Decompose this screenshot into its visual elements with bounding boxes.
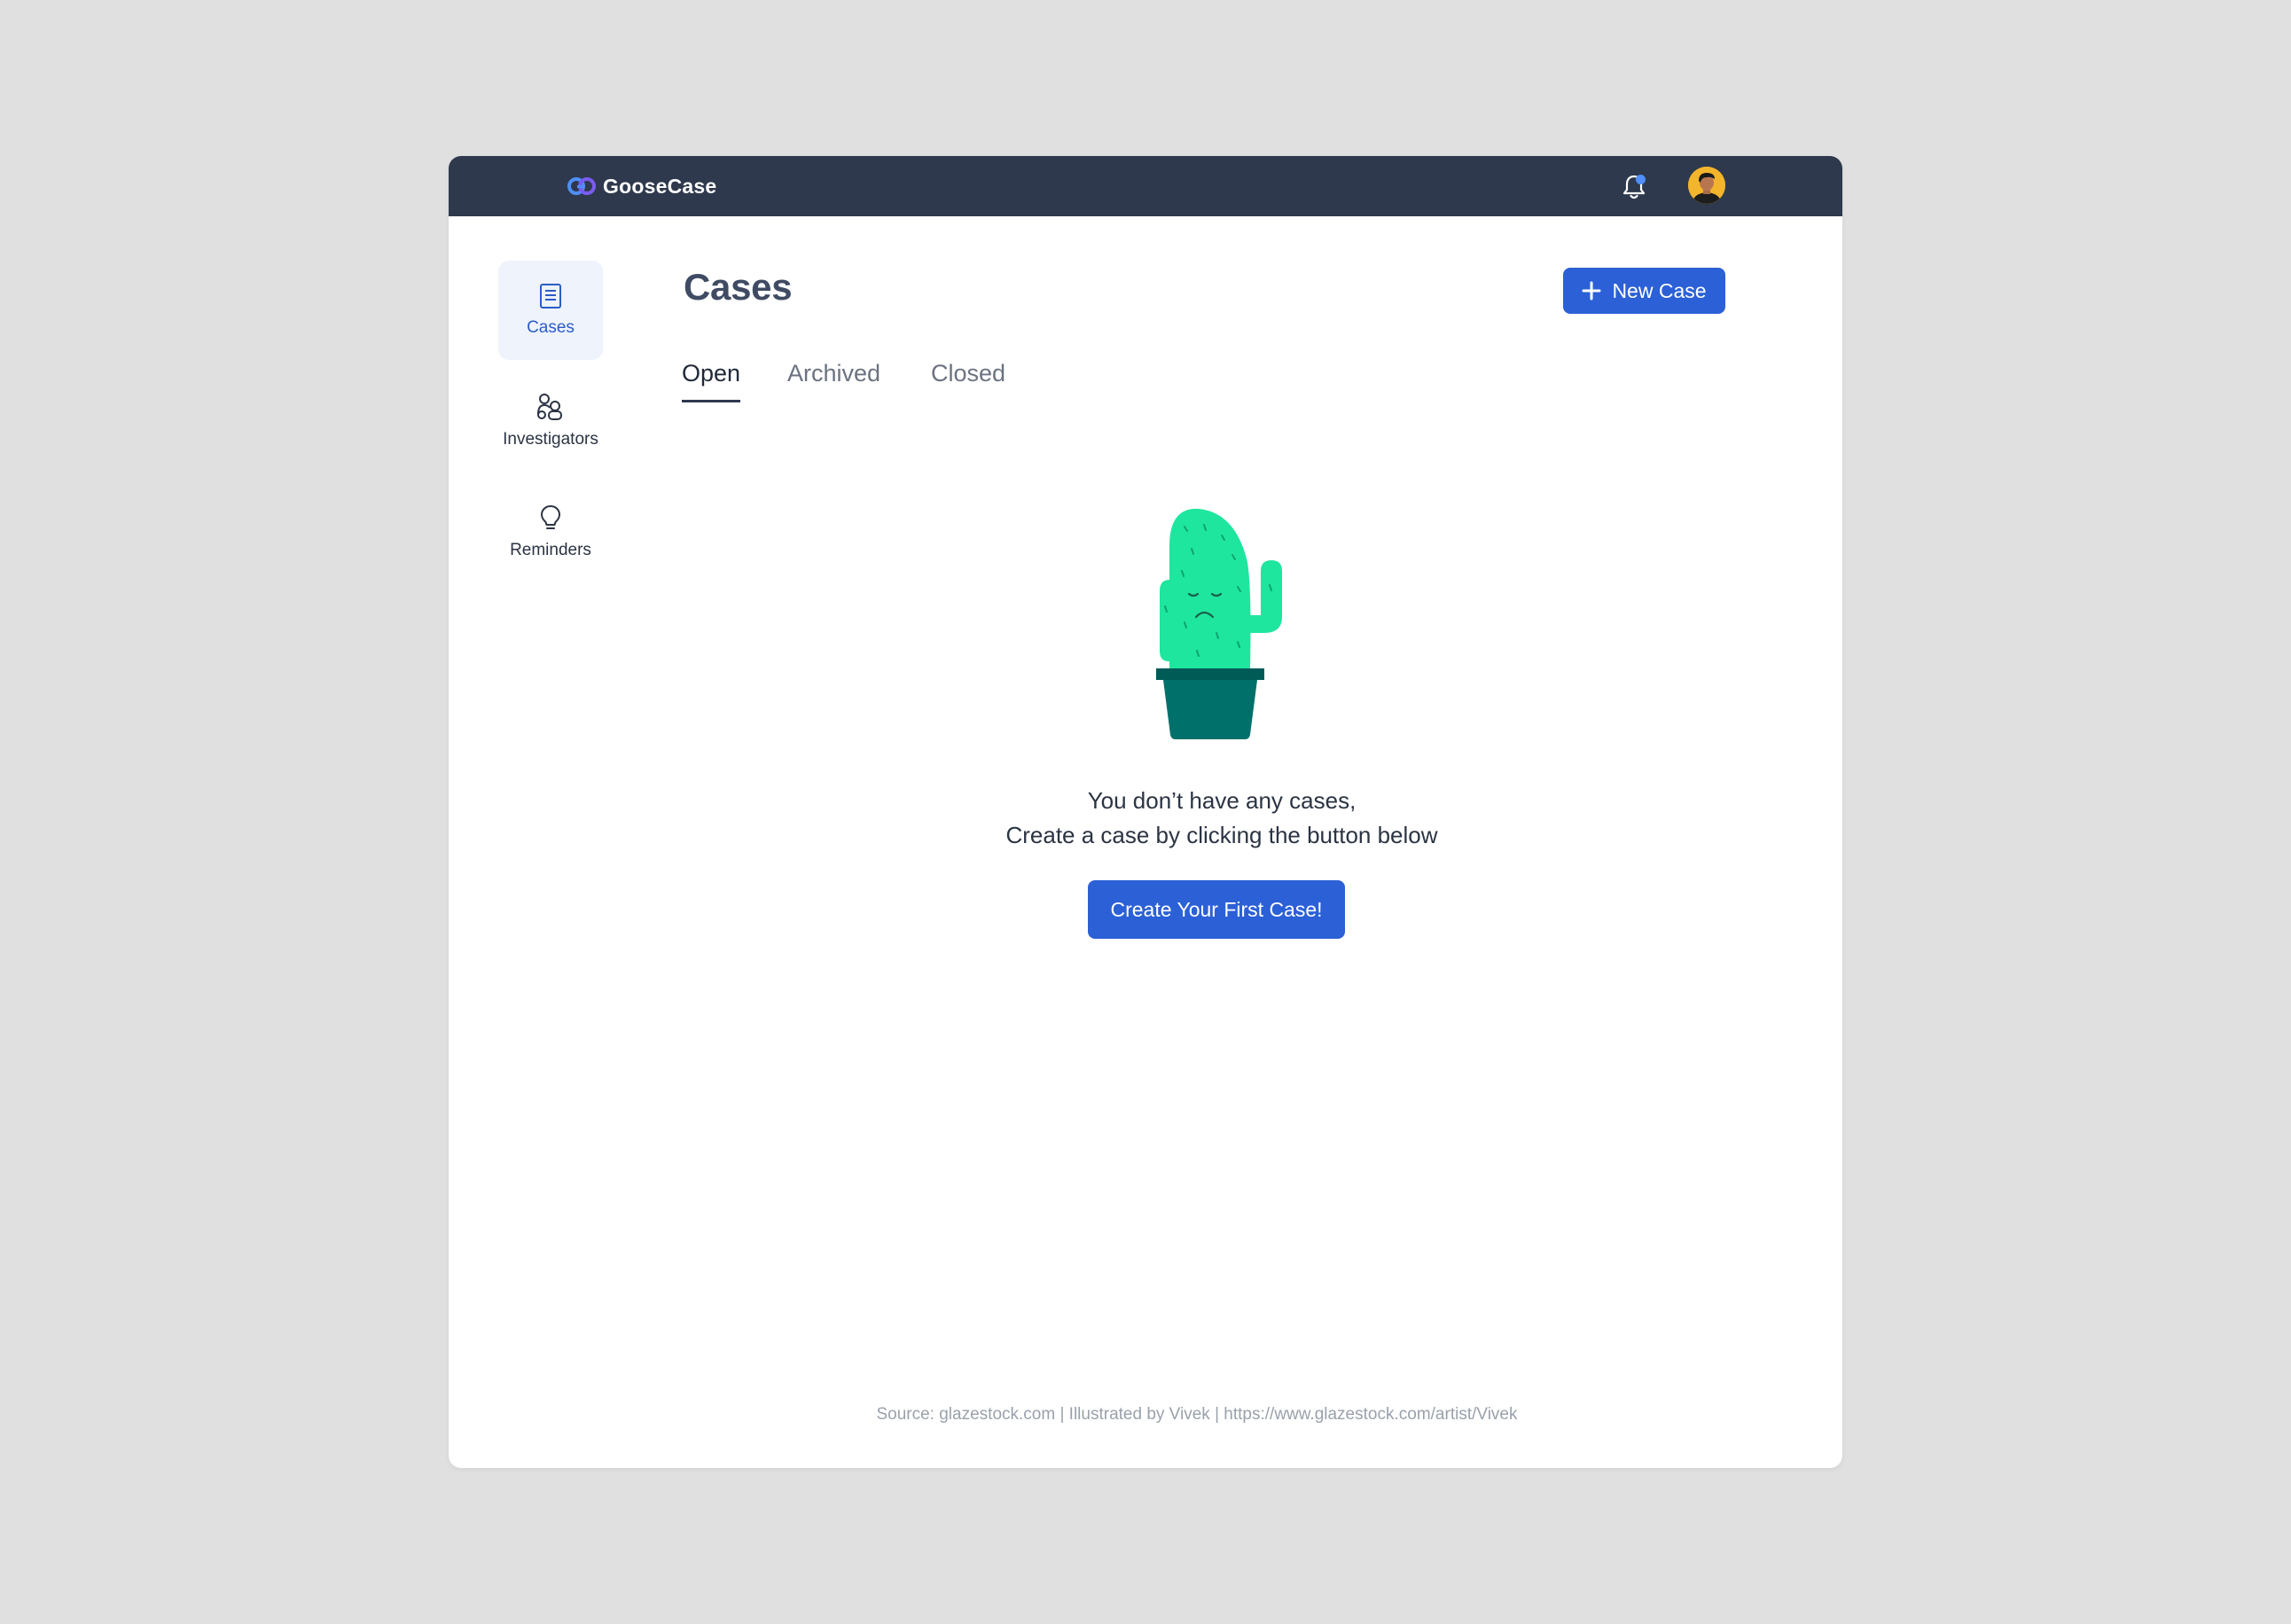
- page-title: Cases: [684, 266, 793, 308]
- notification-dot: [1636, 175, 1646, 184]
- illustration-credit: Source: glazestock.com | Illustrated by …: [876, 1405, 1518, 1424]
- sidebar-item-investigators[interactable]: Investigators: [498, 371, 603, 471]
- app-window: GooseCase Cases Investigators Reminders …: [449, 156, 1842, 1468]
- empty-state-line-2: Create a case by clicking the button bel…: [1005, 822, 1438, 848]
- sidebar-item-label: Cases: [527, 318, 575, 337]
- sidebar-item-cases[interactable]: Cases: [498, 261, 603, 360]
- brand[interactable]: GooseCase: [567, 156, 716, 216]
- people-icon: [536, 393, 565, 421]
- document-icon: [539, 283, 562, 309]
- plus-icon: [1582, 281, 1601, 301]
- goosecase-logo-icon: [567, 177, 596, 195]
- new-case-label: New Case: [1612, 278, 1707, 302]
- notifications-button[interactable]: [1621, 172, 1647, 200]
- sidebar-item-label: Reminders: [510, 541, 591, 559]
- sad-cactus-illustration: [1140, 508, 1318, 748]
- lightbulb-icon: [539, 504, 562, 532]
- app-name: GooseCase: [603, 174, 717, 198]
- sidebar-item-reminders[interactable]: Reminders: [498, 482, 603, 582]
- tab-open[interactable]: Open: [682, 360, 741, 402]
- bell-icon: [1621, 175, 1647, 204]
- new-case-button[interactable]: New Case: [1563, 268, 1725, 314]
- empty-state-line-1: You don’t have any cases,: [1087, 787, 1357, 814]
- sidebar-item-label: Investigators: [503, 430, 598, 449]
- user-avatar[interactable]: [1688, 167, 1725, 204]
- top-bar: GooseCase: [449, 156, 1842, 216]
- tab-archived[interactable]: Archived: [787, 360, 880, 400]
- create-first-case-button[interactable]: Create Your First Case!: [1088, 880, 1345, 939]
- tab-closed[interactable]: Closed: [931, 360, 1005, 400]
